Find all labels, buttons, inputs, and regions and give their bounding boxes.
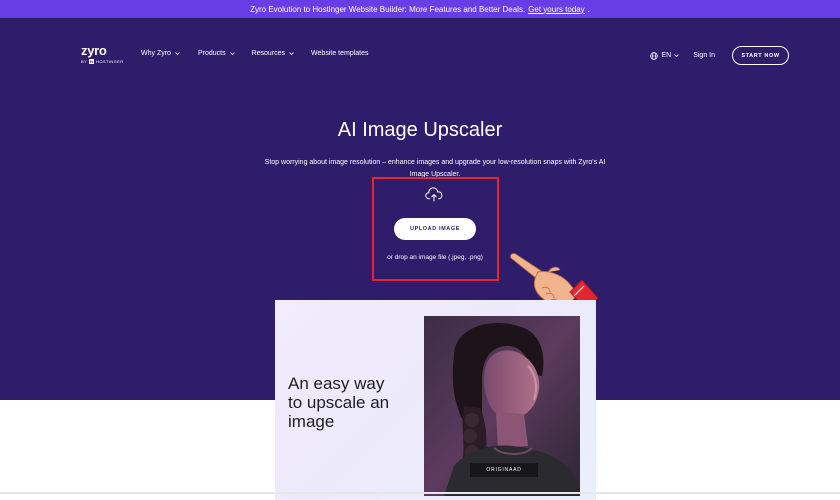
nav-label: Resources xyxy=(251,50,286,57)
chevron-down-icon xyxy=(674,54,679,58)
nav-item-why-zyro[interactable]: Why Zyro xyxy=(141,50,180,57)
nav-label: Why Zyro xyxy=(141,50,171,57)
zyro-logo[interactable]: zyro BY H HOSTINGER xyxy=(81,43,124,64)
nav-item-website-templates[interactable]: Website templates xyxy=(311,50,368,57)
promo-link[interactable]: Get yours today xyxy=(528,5,584,14)
start-now-button[interactable]: START NOW xyxy=(732,46,789,65)
nav-label: Website templates xyxy=(311,50,369,57)
globe-icon xyxy=(650,51,659,60)
logo-company: HOSTINGER xyxy=(96,59,124,64)
promo-text: Zyro Evolution to Hostinger Website Buil… xyxy=(250,4,526,14)
drop-file-hint: or drop an image file (.jpeg, .png) xyxy=(387,254,483,261)
page-title: AI Image Upscaler xyxy=(337,119,503,141)
nav-label: Products xyxy=(197,50,226,57)
upload-image-button[interactable]: UPLOAD IMAGE xyxy=(394,218,476,240)
chevron-down-icon xyxy=(289,52,294,56)
chevron-down-icon xyxy=(229,52,235,56)
nav-item-resources[interactable]: Resources xyxy=(252,50,294,57)
bottom-divider xyxy=(0,492,840,494)
language-label: EN xyxy=(661,52,672,59)
header-actions: EN Sign In START NOW xyxy=(650,46,789,65)
chevron-down-icon xyxy=(175,52,180,56)
logo-byline: BY H HOSTINGER xyxy=(81,59,124,64)
promo-suffix: . xyxy=(587,4,590,14)
original-label-tag: ORIGINAAD xyxy=(470,463,538,477)
promo-banner: Zyro Evolution to Hostinger Website Buil… xyxy=(0,0,840,18)
upload-cloud-icon[interactable] xyxy=(425,187,443,203)
sign-in-link[interactable]: Sign In xyxy=(693,52,715,59)
language-selector[interactable]: EN xyxy=(650,51,679,60)
logo-word: zyro xyxy=(81,43,107,58)
hostinger-mark-icon: H xyxy=(89,59,95,64)
nav-item-products[interactable]: Products xyxy=(198,50,235,57)
preview-card: An easy way to upscale an image ORIGINAA… xyxy=(275,300,596,500)
logo-by: BY xyxy=(81,59,88,64)
main-nav: Why Zyro Products Resources Website temp… xyxy=(141,50,369,57)
preview-heading: An easy way to upscale an image xyxy=(288,374,390,431)
